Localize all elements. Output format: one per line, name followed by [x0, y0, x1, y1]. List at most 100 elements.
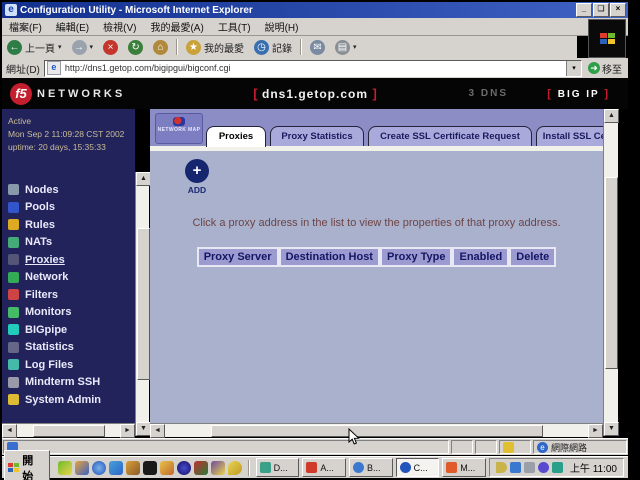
- scroll-right-icon[interactable]: ►: [588, 424, 603, 438]
- network-tray-icon[interactable]: [552, 462, 563, 473]
- tab-proxies[interactable]: Proxies: [206, 126, 266, 147]
- tab-install-ssl-certificate[interactable]: Install SSL Certifi: [536, 126, 603, 147]
- task-label: D...: [274, 463, 288, 473]
- link-bigip[interactable]: [ BIG IP ]: [547, 88, 610, 100]
- sidebar-item-statistics[interactable]: Statistics: [8, 339, 101, 357]
- back-dropdown-icon[interactable]: ▾: [58, 43, 62, 51]
- minimize-button[interactable]: _: [576, 3, 592, 17]
- sidebar-item-network[interactable]: Network: [8, 269, 101, 287]
- sidebar-item-mindterm-ssh[interactable]: Mindterm SSH: [8, 374, 101, 392]
- main-horizontal-scrollbar[interactable]: ◄ ►: [150, 423, 603, 437]
- status-pane: [475, 440, 497, 454]
- scheduler-tray-icon[interactable]: [538, 462, 549, 473]
- messenger-tray-icon[interactable]: [510, 462, 521, 473]
- print-dropdown-icon[interactable]: ▾: [353, 43, 357, 51]
- main-vertical-scrollbar[interactable]: ▲ ▼: [603, 109, 618, 436]
- scrollbar-thumb[interactable]: [33, 425, 105, 437]
- column-header-delete[interactable]: Delete: [509, 247, 556, 267]
- scrollbar-thumb[interactable]: [137, 228, 150, 380]
- add-proxy-button[interactable]: + ADD: [170, 159, 224, 195]
- realplayer-icon[interactable]: [177, 461, 191, 475]
- link-3dns[interactable]: 3 DNS: [469, 88, 508, 99]
- task-button-1[interactable]: D...: [256, 458, 300, 477]
- pools-icon: [8, 202, 19, 213]
- refresh-button[interactable]: ↻: [123, 39, 148, 56]
- print-button[interactable]: ▤ ▾: [330, 39, 362, 56]
- show-desktop-icon[interactable]: [58, 461, 72, 475]
- window-titlebar: e Configuration Utility - Microsoft Inte…: [2, 2, 628, 18]
- scroll-down-icon[interactable]: ▼: [604, 422, 619, 436]
- menu-view[interactable]: 檢視(V): [96, 19, 143, 34]
- mail-icon[interactable]: [211, 461, 225, 475]
- sidebar-horizontal-scrollbar[interactable]: ◄ ►: [2, 423, 135, 437]
- address-dropdown-icon[interactable]: ▾: [566, 61, 581, 76]
- scrollbar-thumb[interactable]: [211, 425, 543, 437]
- outlook-icon[interactable]: [75, 461, 89, 475]
- column-header-proxy-server[interactable]: Proxy Server: [197, 247, 279, 267]
- display-tray-icon[interactable]: [524, 462, 535, 473]
- home-button[interactable]: ⌂: [148, 39, 173, 56]
- winamp-icon[interactable]: [160, 461, 174, 475]
- close-button[interactable]: ×: [610, 3, 626, 17]
- tab-proxy-statistics[interactable]: Proxy Statistics: [270, 126, 364, 147]
- forward-button[interactable]: → ▾: [67, 39, 99, 56]
- sidebar-item-pools[interactable]: Pools: [8, 199, 101, 217]
- sidebar-nav-list: Nodes Pools Rules NATs Proxies Network F…: [8, 181, 101, 409]
- taskbar-clock[interactable]: 上午 11:00: [570, 460, 617, 475]
- volume-icon[interactable]: [496, 462, 507, 473]
- task-button-5[interactable]: M...: [442, 458, 486, 477]
- maximize-button[interactable]: ❏: [593, 3, 609, 17]
- address-input[interactable]: [63, 61, 566, 76]
- column-header-proxy-type[interactable]: Proxy Type: [380, 247, 453, 267]
- stop-button[interactable]: ×: [98, 39, 123, 56]
- menu-tools[interactable]: 工具(T): [211, 19, 258, 34]
- menu-file[interactable]: 檔案(F): [2, 19, 49, 34]
- sidebar-item-filters[interactable]: Filters: [8, 286, 101, 304]
- back-button[interactable]: ← 上一頁 ▾: [2, 39, 67, 56]
- column-header-enabled[interactable]: Enabled: [452, 247, 509, 267]
- download-icon[interactable]: [228, 461, 242, 475]
- mail-button[interactable]: ✉: [305, 39, 330, 56]
- menu-favorites[interactable]: 我的最愛(A): [143, 19, 210, 34]
- menu-edit[interactable]: 編輯(E): [49, 19, 96, 34]
- sidebar-item-nats[interactable]: NATs: [8, 234, 101, 252]
- screen: e Configuration Utility - Microsoft Inte…: [0, 0, 640, 480]
- tab-create-ssl-certificate-request[interactable]: Create SSL Certificate Request: [368, 126, 532, 147]
- messenger-icon[interactable]: [109, 461, 123, 475]
- scroll-left-icon[interactable]: ◄: [2, 424, 17, 438]
- menu-help[interactable]: 說明(H): [258, 19, 306, 34]
- sidebar-item-nodes[interactable]: Nodes: [8, 181, 101, 199]
- acdsee-icon[interactable]: [194, 461, 208, 475]
- scroll-down-icon[interactable]: ▼: [136, 422, 151, 436]
- sidebar-item-proxies[interactable]: Proxies: [8, 251, 101, 269]
- network-map-button[interactable]: NETWORK MAP: [155, 113, 203, 144]
- scroll-left-icon[interactable]: ◄: [150, 424, 165, 438]
- column-header-destination-host[interactable]: Destination Host: [279, 247, 380, 267]
- forward-dropdown-icon[interactable]: ▾: [90, 43, 94, 51]
- start-button[interactable]: 開始: [4, 450, 50, 480]
- ie-app-icon: e: [5, 4, 17, 16]
- go-button[interactable]: ➜ 移至: [582, 61, 628, 76]
- scrollbar-thumb[interactable]: [605, 177, 618, 369]
- menu-bar: 檔案(F) 編輯(E) 檢視(V) 我的最愛(A) 工具(T) 說明(H): [2, 18, 628, 36]
- stop-icon: ×: [103, 40, 118, 55]
- sidebar-item-bigpipe[interactable]: BIGpipe: [8, 321, 101, 339]
- sidebar-item-logfiles[interactable]: Log Files: [8, 356, 101, 374]
- go-icon: ➜: [588, 62, 600, 74]
- sidebar-item-system-admin[interactable]: System Admin: [8, 391, 101, 409]
- scroll-up-icon[interactable]: ▲: [604, 109, 619, 123]
- task-button-4-active[interactable]: C...: [396, 458, 440, 477]
- ie-icon[interactable]: [92, 461, 106, 475]
- media-player-icon[interactable]: [126, 461, 140, 475]
- scroll-right-icon[interactable]: ►: [120, 424, 135, 438]
- task-button-2[interactable]: A...: [302, 458, 346, 477]
- task-button-3[interactable]: B...: [349, 458, 393, 477]
- scroll-up-icon[interactable]: ▲: [136, 172, 151, 186]
- terminal-icon[interactable]: [143, 461, 157, 475]
- sidebar-item-label: Network: [25, 271, 68, 283]
- sidebar-item-rules[interactable]: Rules: [8, 216, 101, 234]
- sidebar-vertical-scrollbar[interactable]: ▲ ▼: [135, 172, 149, 436]
- sidebar-item-monitors[interactable]: Monitors: [8, 304, 101, 322]
- favorites-button[interactable]: ★ 我的最愛: [181, 39, 249, 56]
- history-button[interactable]: ◷ 記錄: [249, 39, 297, 56]
